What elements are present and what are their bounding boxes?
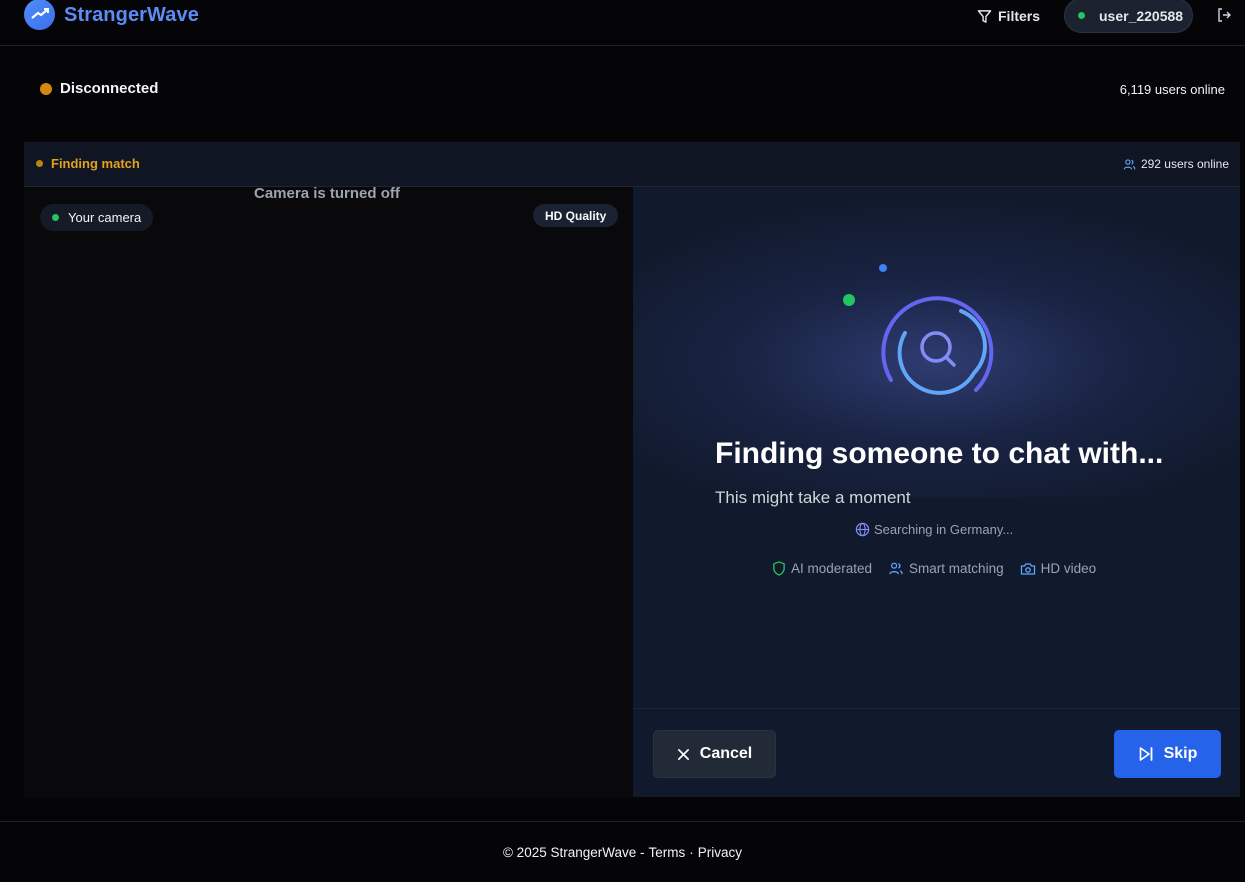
- brand-logo[interactable]: StrangerWave: [24, 0, 199, 32]
- feature-list: AI moderated Smart matching HD video: [772, 561, 1096, 576]
- online-status-dot: [1078, 12, 1085, 19]
- search-heading: Finding someone to chat with...: [715, 437, 1164, 470]
- camera-status-dot: [52, 214, 59, 221]
- hd-quality-badge: HD Quality: [533, 204, 619, 227]
- search-subheading: This might take a moment: [715, 488, 911, 507]
- feature-label: AI moderated: [791, 561, 873, 576]
- global-users-online: 6,119 users online: [1119, 82, 1225, 97]
- brand-name: StrangerWave: [64, 3, 199, 26]
- terms-link[interactable]: Terms: [649, 845, 686, 860]
- footer-separator: ·: [689, 844, 694, 860]
- copyright-text: © 2025 StrangerWave -: [502, 844, 645, 860]
- connection-status: Disconnected: [40, 80, 158, 97]
- camera-icon: [1020, 562, 1035, 575]
- feature-smart-matching: Smart matching: [888, 561, 1004, 576]
- feature-hd-video: HD video: [1020, 561, 1097, 576]
- searching-spinner-icon: [843, 264, 994, 395]
- username: user_220588: [1099, 7, 1184, 24]
- match-users-online-text: 292 users online: [1140, 157, 1229, 171]
- globe-icon: [855, 522, 870, 537]
- top-header: StrangerWave Filters user_220588: [0, 0, 1245, 46]
- match-users-online: 292 users online: [1123, 157, 1229, 171]
- logo-icon: [24, 0, 55, 30]
- match-status-bar: Finding match 292 users online: [24, 142, 1240, 187]
- filters-button[interactable]: Filters: [977, 5, 1040, 27]
- privacy-link[interactable]: Privacy: [698, 845, 742, 860]
- close-icon: [677, 748, 689, 760]
- search-location: Searching in Germany...: [855, 522, 1013, 537]
- users-icon: [889, 562, 903, 575]
- user-menu-button[interactable]: user_220588: [1064, 0, 1193, 33]
- logout-icon: [1218, 8, 1231, 22]
- feature-ai-moderated: AI moderated: [772, 561, 872, 576]
- skip-forward-icon: [1139, 747, 1152, 761]
- finding-dot: [36, 160, 43, 167]
- users-icon: [1123, 158, 1136, 170]
- filter-icon: [977, 9, 992, 23]
- logout-button[interactable]: [1216, 7, 1232, 28]
- cancel-button[interactable]: Cancel: [653, 730, 776, 778]
- filters-label: Filters: [998, 8, 1041, 24]
- finding-match-label: Finding match: [51, 156, 140, 171]
- shield-icon: [773, 561, 785, 576]
- remote-search-panel: Finding someone to chat with... This mig…: [633, 187, 1240, 797]
- search-location-text: Searching in Germany...: [874, 522, 1014, 537]
- local-video-panel: Your camera Camera is turned off HD Qual…: [24, 185, 633, 797]
- your-camera-label: Your camera: [68, 210, 142, 225]
- cancel-label: Cancel: [699, 745, 753, 762]
- skip-button[interactable]: Skip: [1114, 730, 1221, 778]
- action-bar: Cancel Skip: [633, 708, 1240, 797]
- connection-status-text: Disconnected: [60, 80, 159, 97]
- finding-match-status: Finding match: [36, 156, 140, 171]
- camera-off-message: Camera is turned off: [254, 185, 400, 202]
- feature-label: HD video: [1040, 561, 1097, 576]
- feature-label: Smart matching: [909, 561, 1004, 576]
- your-camera-badge: Your camera: [40, 204, 154, 231]
- skip-label: Skip: [1163, 745, 1198, 762]
- status-dot: [40, 82, 52, 95]
- page-footer: © 2025 StrangerWave - Terms · Privacy: [0, 821, 1245, 882]
